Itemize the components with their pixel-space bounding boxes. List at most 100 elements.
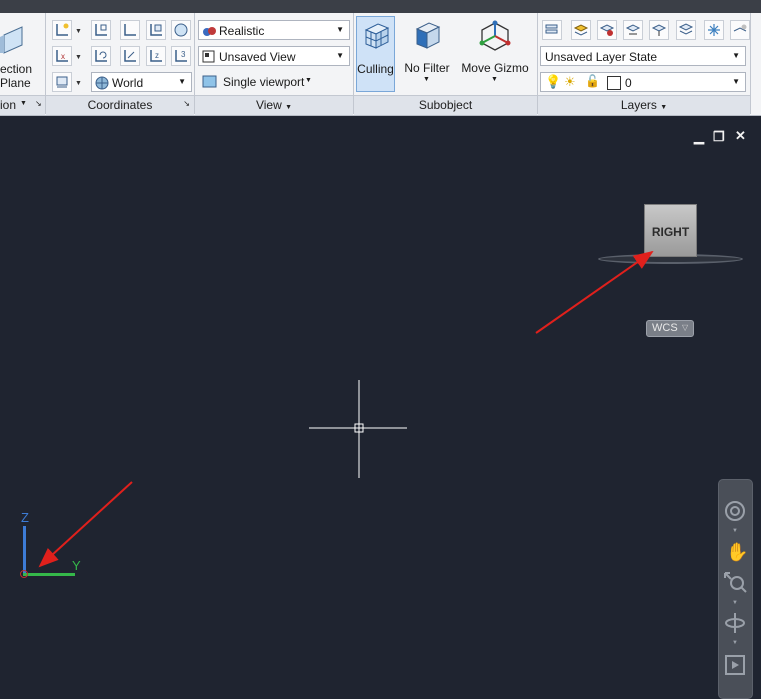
section-panel-title: ion <box>0 98 17 112</box>
layer-properties-icon <box>545 24 558 34</box>
showmotion-button[interactable] <box>722 652 748 678</box>
ucs-previous-button[interactable] <box>91 46 111 66</box>
ucs-dropdown-icon[interactable]: ▼ <box>75 28 82 35</box>
minimize-icon[interactable]: ▁ <box>694 129 704 145</box>
layer-dropdown-icon: ▼ <box>732 77 740 86</box>
layer-state-combo[interactable]: Unsaved Layer State ▼ <box>540 46 746 66</box>
layer-freeze-icon <box>708 24 720 36</box>
wcs-label: WCS <box>652 322 678 334</box>
ucs-3point-button[interactable]: 3 <box>171 46 191 66</box>
svg-text:3: 3 <box>181 50 186 59</box>
ribbon: ection Plane ion ▼ ↘ ▼ x ▼ ▼ World ▼ z 3… <box>0 13 761 116</box>
ucs-x-icon: x <box>56 50 68 62</box>
wcs-dropdown-icon: ▽ <box>682 323 689 332</box>
ucs-view-icon <box>124 24 136 36</box>
ucs-object-button[interactable] <box>120 46 140 66</box>
no-filter-button[interactable]: No Filter ▼ <box>400 16 454 92</box>
coordinates-panel-footer[interactable]: Coordinates ↘ <box>46 95 194 115</box>
ucs-x-button[interactable]: x <box>52 46 72 66</box>
view-panel-title-wrap: View ▼ <box>195 98 353 112</box>
ucs-world-combo[interactable]: World ▼ <box>91 72 192 92</box>
pan-button[interactable]: ✋ <box>722 540 748 566</box>
viewport-config-button[interactable]: Single viewport ▼ <box>198 72 350 92</box>
section-plane-button[interactable]: ection Plane <box>0 17 40 93</box>
no-filter-dropdown-icon: ▼ <box>423 76 430 83</box>
layer-color-swatch <box>607 76 621 90</box>
ucs-object-icon <box>124 50 136 62</box>
ucs-z-label: Z <box>21 510 29 525</box>
layer-isolate-icon <box>599 24 615 36</box>
layer-properties-button[interactable] <box>542 20 562 40</box>
world-icon <box>95 76 109 90</box>
culling-button[interactable]: Culling <box>356 16 395 92</box>
wcs-menu[interactable]: WCS ▽ <box>646 320 694 337</box>
ucs-face-button[interactable] <box>146 20 166 40</box>
layers-panel-footer[interactable]: Layers ▼ <box>538 95 750 115</box>
title-strip <box>0 0 761 13</box>
steeringwheel-button[interactable] <box>722 498 748 526</box>
ucs-named-dropdown-icon[interactable]: ▼ <box>75 80 82 87</box>
layer-isolate-button[interactable] <box>597 20 617 40</box>
ucs-named-icon <box>56 76 68 88</box>
view-panel-dropdown-icon: ▼ <box>285 104 293 111</box>
view-panel-footer[interactable]: View ▼ <box>195 95 353 115</box>
layers-panel-title-wrap: Layers ▼ <box>538 98 750 112</box>
layer-freeze-button[interactable] <box>704 20 724 40</box>
named-view-combo[interactable]: Unsaved View ▼ <box>198 46 350 66</box>
visual-style-value: Realistic <box>219 24 265 38</box>
zoom-extents-icon <box>724 572 747 593</box>
zoom-button[interactable] <box>722 570 748 596</box>
viewport-dropdown-icon: ▼ <box>305 77 312 84</box>
ucs-world-dropdown-icon: ▼ <box>178 77 186 86</box>
culling-label: Culling <box>357 62 394 76</box>
named-view-dropdown-icon: ▼ <box>336 51 344 60</box>
close-icon[interactable]: ✕ <box>735 128 746 144</box>
viewcube-face[interactable]: RIGHT <box>644 204 697 257</box>
ucs-world-button[interactable] <box>171 20 191 40</box>
ucs-origin-icon <box>95 24 107 36</box>
navigation-bar: ▼ ✋ ▼ ▼ <box>718 479 753 699</box>
move-gizmo-button[interactable]: Move Gizmo ▼ <box>461 16 529 92</box>
move-gizmo-label: Move Gizmo <box>461 61 529 75</box>
ucs-z-icon: z <box>150 50 162 62</box>
ucs-x-dropdown-icon[interactable]: ▼ <box>75 54 82 61</box>
section-launcher-icon[interactable]: ↘ <box>35 99 42 108</box>
orbit-icon <box>725 613 745 633</box>
layer-value: 0 <box>625 76 632 90</box>
layer-match-button[interactable] <box>649 20 669 40</box>
visual-style-combo[interactable]: Realistic ▼ <box>198 20 350 40</box>
zoom-dropdown-icon[interactable]: ▼ <box>732 600 738 606</box>
ucs-3point-icon: 3 <box>175 50 187 62</box>
section-dropdown-icon: ▼ <box>20 100 27 107</box>
layer-merge-icon <box>678 23 694 35</box>
svg-text:x: x <box>61 52 65 61</box>
ucs-origin-button[interactable] <box>91 20 111 40</box>
ucs-origin-marker <box>20 570 28 578</box>
coordinates-launcher-icon[interactable]: ↘ <box>183 99 190 108</box>
ucs-view-button[interactable] <box>120 20 140 40</box>
steeringwheel-dropdown-icon[interactable]: ▼ <box>732 528 738 534</box>
svg-text:z: z <box>155 51 159 60</box>
layer-merge-button[interactable] <box>676 20 696 40</box>
drawing-viewport[interactable]: ▁ ❐ ✕ RIGHT WCS ▽ Z Y ▼ ✋ ▼ ▼ <box>0 116 761 699</box>
ucs-face-icon <box>150 24 162 36</box>
named-view-value: Unsaved View <box>219 50 296 64</box>
crosshair-cursor <box>309 380 407 478</box>
section-panel-footer[interactable]: ion ▼ ↘ <box>0 95 45 115</box>
layers-panel-title: Layers <box>620 98 657 112</box>
orbit-dropdown-icon[interactable]: ▼ <box>732 640 738 646</box>
layer-combo[interactable]: 💡 ☀ 🔓 0 ▼ <box>540 72 746 92</box>
layer-walk-button[interactable] <box>623 20 643 40</box>
section-plane-label-1: ection <box>0 62 33 76</box>
layer-state-button[interactable] <box>571 20 591 40</box>
viewcube[interactable]: RIGHT <box>598 200 743 270</box>
move-gizmo-icon <box>479 20 511 51</box>
ucs-named-button[interactable] <box>52 72 72 92</box>
no-filter-icon <box>415 22 441 49</box>
subobject-panel-footer[interactable]: Subobject <box>354 95 537 115</box>
restore-icon[interactable]: ❐ <box>713 129 725 145</box>
layer-off-button[interactable] <box>730 20 750 40</box>
ucs-z-button[interactable]: z <box>146 46 166 66</box>
orbit-button[interactable] <box>722 610 748 636</box>
ucs-button[interactable] <box>52 20 72 40</box>
